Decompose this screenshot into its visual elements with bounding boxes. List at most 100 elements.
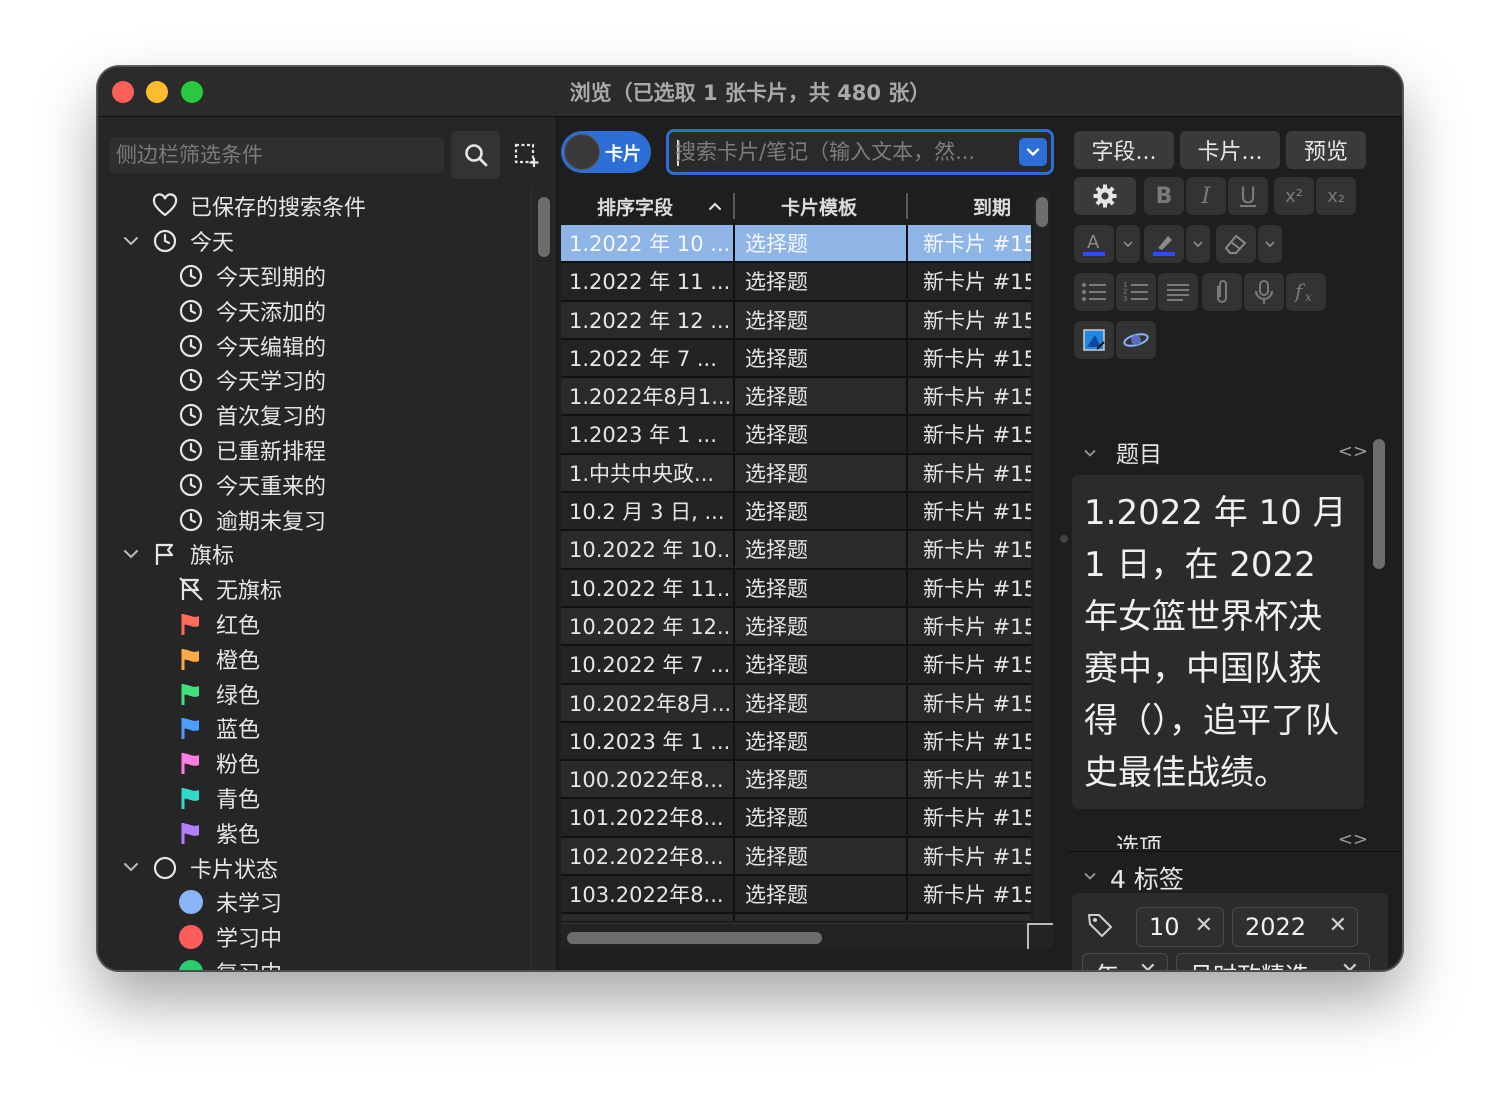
cell-sort-field: 103.2022年8... [569, 883, 724, 908]
sidebar-item[interactable]: 逾期未复习 [98, 502, 528, 537]
table-row[interactable]: 10.2022年8月... 选择题 新卡片 #15 [561, 684, 1031, 723]
sidebar-item[interactable]: 首次复习的 [98, 398, 528, 433]
align-button[interactable] [1158, 273, 1198, 311]
table-row[interactable]: 10.2022 年 10... 选择题 新卡片 #15 [561, 531, 1031, 570]
sidebar-filter-input[interactable] [110, 137, 444, 173]
chevron-down-icon[interactable] [122, 545, 140, 563]
table-row[interactable]: 1.2022 年 11 ... 选择题 新卡片 #15 [561, 263, 1031, 302]
sidebar-item[interactable]: 未学习 [98, 885, 528, 920]
table-vertical-scrollbar[interactable] [1036, 197, 1048, 227]
sidebar-item[interactable]: 橙色 [98, 641, 528, 676]
table-row[interactable]: 102.2022年8... 选择题 新卡片 #15 [561, 837, 1031, 877]
sidebar-scrollbar[interactable] [538, 197, 550, 257]
sidebar-item[interactable]: 学习中 [98, 920, 528, 955]
sidebar-item[interactable]: 紫色 [98, 815, 528, 850]
column-header-card-template[interactable]: 卡片模板 [781, 189, 857, 223]
numbered-list-icon: 123 [1123, 281, 1148, 303]
table-row[interactable]: 101.2022年8... 选择题 新卡片 #15 [561, 799, 1031, 838]
sidebar-item[interactable]: 已重新排程 [98, 433, 528, 468]
field-editor-question[interactable]: 1.2022 年 10 月 1 日，在 2022 年女篮世界杯决赛中，中国队获得… [1072, 475, 1364, 809]
remove-tag-icon[interactable]: ✕ [1329, 913, 1347, 938]
text-color-dropdown[interactable] [1116, 225, 1140, 263]
math-button[interactable]: f x [1286, 273, 1326, 311]
sidebar-item[interactable]: 已保存的搜索条件 [98, 189, 528, 224]
underline-button[interactable]: U [1228, 177, 1268, 215]
chevron-down-icon[interactable] [122, 232, 140, 250]
sidebar-item[interactable]: 粉色 [98, 746, 528, 781]
bold-button[interactable]: B [1144, 177, 1184, 215]
sidebar-item[interactable]: 青色 [98, 781, 528, 816]
highlight-dropdown[interactable] [1186, 225, 1210, 263]
tags-editor[interactable]: 10✕ 2022✕ 年✕ 月时政精选✕ [1072, 893, 1388, 970]
tag-chip[interactable]: 2022 ✕ [1232, 907, 1358, 947]
table-row[interactable]: 1.2022 年 10 ... 选择题 新卡片 #15 [561, 225, 1031, 264]
superscript-button[interactable]: x² [1274, 177, 1314, 215]
sidebar-item[interactable]: 蓝色 [98, 711, 528, 746]
table-horizontal-scrollbar[interactable] [567, 932, 822, 944]
table-row[interactable]: 10.2 月 3 日, ... 选择题 新卡片 #15 [561, 493, 1031, 532]
table-row[interactable]: 10.2023 年 1 ... 选择题 新卡片 #15 [561, 722, 1031, 762]
sidebar-item[interactable]: 无旗标 [98, 572, 528, 607]
remove-tag-icon[interactable]: ✕ [1341, 959, 1359, 970]
sidebar-select-button[interactable] [506, 131, 546, 179]
sidebar-item[interactable]: 今天重来的 [98, 467, 528, 502]
clear-format-dropdown[interactable] [1258, 225, 1282, 263]
mathjax-button[interactable] [1116, 321, 1156, 359]
tag-chip[interactable]: 月时政精选 ✕ [1176, 953, 1370, 970]
search-input[interactable] [675, 136, 1005, 168]
sidebar-item[interactable]: 今天学习的 [98, 363, 528, 398]
table-row[interactable]: 1.2022 年 7 ... 选择题 新卡片 #15 [561, 339, 1031, 379]
tag-chip[interactable]: 10 ✕ [1136, 907, 1224, 947]
table-row[interactable]: 10.2022 年 7 ... 选择题 新卡片 #15 [561, 646, 1031, 685]
sidebar-item[interactable]: 旗标 [98, 537, 528, 572]
image-occlusion-button[interactable] [1074, 321, 1114, 359]
remove-tag-icon[interactable]: ✕ [1139, 959, 1157, 970]
sidebar-item[interactable]: 绿色 [98, 676, 528, 711]
sidebar-item[interactable]: 今天到期的 [98, 259, 528, 294]
sidebar-item[interactable]: 复习中 [98, 955, 528, 970]
table-row[interactable]: 1.2022 年 12 ... 选择题 新卡片 #15 [561, 301, 1031, 340]
column-header-sort-field[interactable]: 排序字段 [597, 189, 673, 223]
record-audio-button[interactable] [1244, 273, 1284, 311]
field-header-question[interactable]: 题目 <> [1078, 435, 1368, 471]
fields-button[interactable]: 字段... [1074, 131, 1174, 169]
chevron-down-icon[interactable] [122, 858, 140, 876]
highlight-button[interactable] [1144, 225, 1184, 263]
sidebar-item[interactable]: 红色 [98, 607, 528, 642]
bullet-list-button[interactable] [1074, 273, 1114, 311]
table-row[interactable]: 10.2022 年 11... 选择题 新卡片 #15 [561, 569, 1031, 608]
sidebar-item[interactable]: 卡片状态 [98, 850, 528, 885]
field-header-options[interactable]: 选项 <> [1078, 827, 1368, 849]
tags-header[interactable]: 4 标签 [1068, 851, 1402, 895]
clear-format-button[interactable] [1216, 225, 1256, 263]
sidebar-item[interactable]: 今天 [98, 224, 528, 259]
cards-button[interactable]: 卡片... [1180, 131, 1280, 169]
sidebar-item[interactable]: 今天添加的 [98, 293, 528, 328]
italic-button[interactable]: I [1186, 177, 1226, 215]
table-row[interactable]: 10.2022 年 12... 选择题 新卡片 #15 [561, 607, 1031, 647]
sidebar-search-button[interactable] [451, 131, 500, 179]
table-row[interactable]: 1.中共中央政... 选择题 新卡片 #15 [561, 454, 1031, 494]
sidebar-item[interactable]: 今天编辑的 [98, 328, 528, 363]
chevron-down-icon [1123, 241, 1133, 248]
settings-button[interactable] [1074, 177, 1136, 215]
remove-tag-icon[interactable]: ✕ [1195, 913, 1213, 938]
attach-button[interactable] [1202, 273, 1242, 311]
text-color-button[interactable]: A [1074, 225, 1114, 263]
splitter-handle[interactable] [1060, 535, 1068, 543]
editor-scrollbar[interactable] [1373, 439, 1385, 569]
subscript-button[interactable]: x₂ [1316, 177, 1356, 215]
table-row[interactable]: 103.2022年8... 选择题 新卡片 #15 [561, 876, 1031, 915]
code-icon[interactable]: <> [1338, 441, 1368, 462]
table-row[interactable]: 100.2022年8... 选择题 新卡片 #15 [561, 761, 1031, 800]
column-header-due[interactable]: 到期 [973, 189, 1011, 223]
table-row[interactable]: 1.2022年8月1... 选择题 新卡片 #15 [561, 378, 1031, 417]
search-history-dropdown[interactable] [1019, 138, 1047, 166]
table-row[interactable]: 104.2022年8... 选择题 新卡片 #15 [561, 914, 1031, 921]
tag-chip[interactable]: 年✕ [1082, 953, 1168, 970]
table-row[interactable]: 1.2023 年 1 ... 选择题 新卡片 #15 [561, 416, 1031, 455]
numbered-list-button[interactable]: 123 [1116, 273, 1156, 311]
preview-button[interactable]: 预览 [1286, 131, 1366, 169]
cards-notes-toggle[interactable]: 卡片 [561, 131, 651, 173]
code-icon[interactable]: <> [1338, 829, 1368, 849]
